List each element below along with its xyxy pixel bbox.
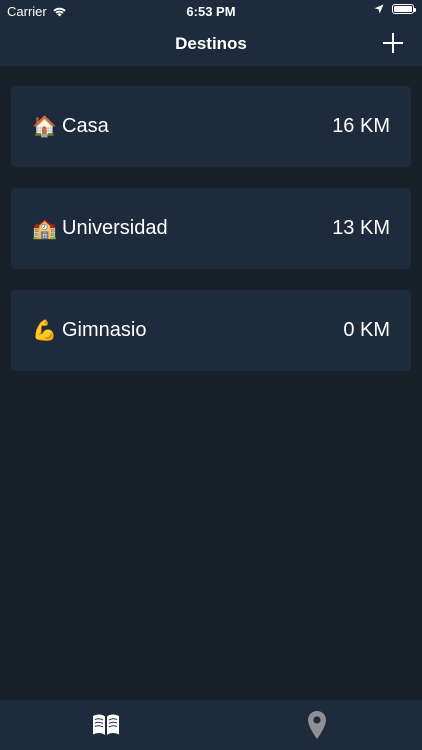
map-pin-icon <box>307 711 326 739</box>
tab-bar <box>0 700 422 750</box>
destination-distance: 13 KM <box>332 217 390 239</box>
destination-label-group: 💪 Gimnasio <box>32 318 146 343</box>
destination-list: 🏠 Casa 16 KM 🏫 Universidad 13 KM 💪 Gimna… <box>11 86 411 392</box>
status-bar: Carrier 6:53 PM <box>0 0 422 22</box>
status-time: 6:53 PM <box>186 4 236 19</box>
tab-map[interactable] <box>211 700 422 750</box>
destination-name: Gimnasio <box>62 319 147 341</box>
house-icon: 🏠 <box>32 116 57 138</box>
destination-distance: 0 KM <box>343 319 390 341</box>
battery-icon <box>392 4 416 14</box>
destination-name: Casa <box>62 115 109 137</box>
navigation-bar: Destinos <box>0 22 422 66</box>
school-icon: 🏫 <box>32 218 57 240</box>
destination-name: Universidad <box>62 217 168 239</box>
destination-distance: 16 KM <box>332 115 390 137</box>
destination-card-casa[interactable]: 🏠 Casa 16 KM <box>11 86 411 167</box>
plus-icon <box>383 33 403 53</box>
flexed-biceps-icon: 💪 <box>32 320 57 342</box>
book-icon <box>92 714 119 735</box>
destination-label-group: 🏫 Universidad <box>32 216 168 241</box>
tab-destinations[interactable] <box>0 700 211 750</box>
page-title: Destinos <box>175 34 247 53</box>
battery-fill <box>394 6 412 12</box>
add-destination-button[interactable] <box>382 32 404 54</box>
location-arrow-icon <box>374 4 384 14</box>
destination-card-gimnasio[interactable]: 💪 Gimnasio 0 KM <box>11 290 411 371</box>
destination-card-universidad[interactable]: 🏫 Universidad 13 KM <box>11 188 411 269</box>
destination-label-group: 🏠 Casa <box>32 114 109 139</box>
status-right-group <box>374 4 416 14</box>
